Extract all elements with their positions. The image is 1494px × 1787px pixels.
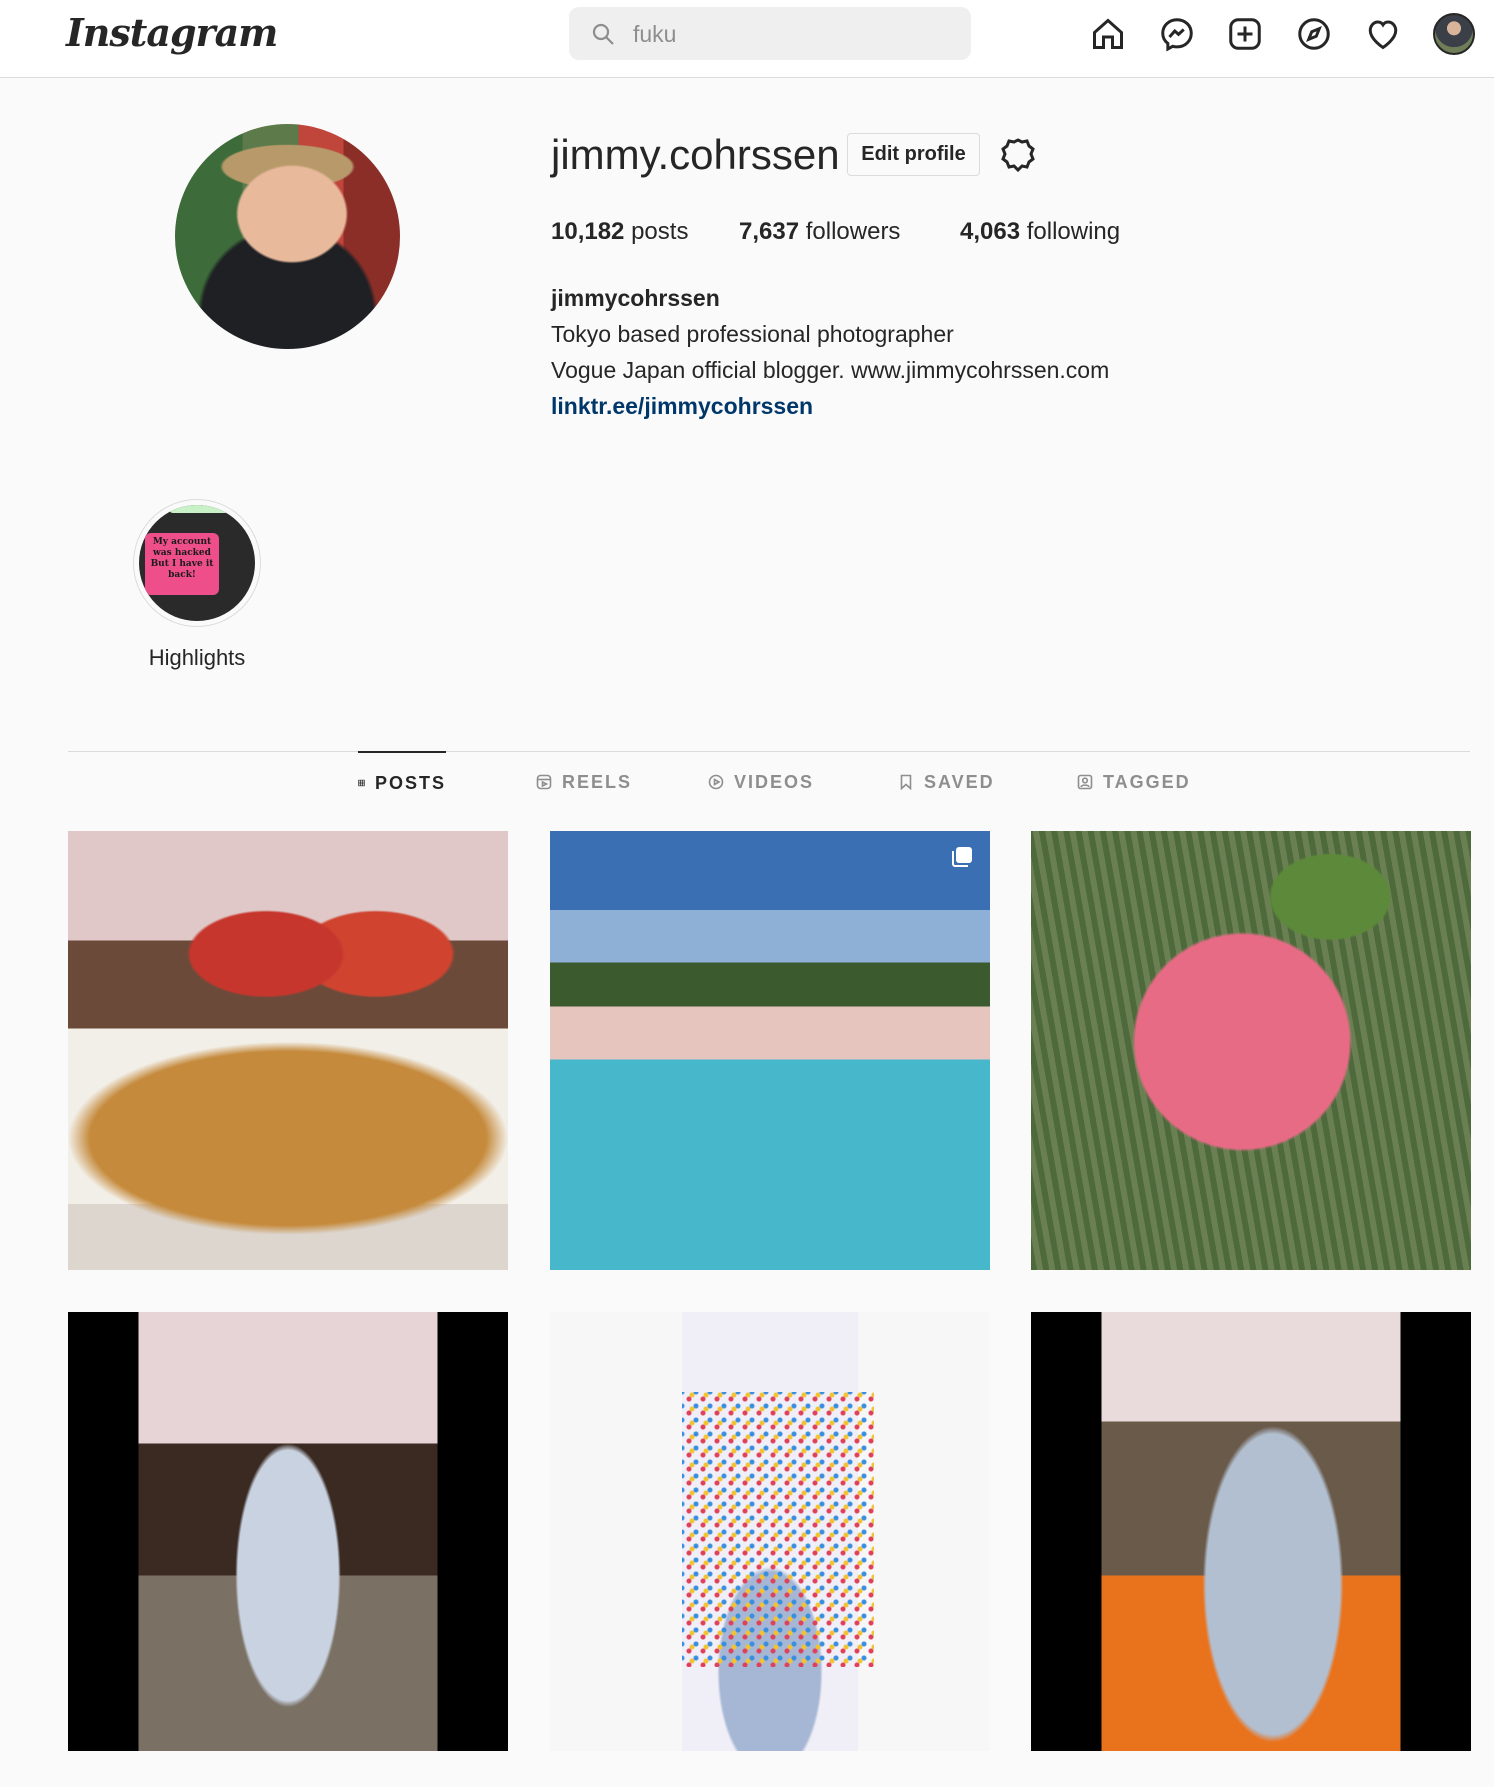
search-bar[interactable] <box>569 7 971 60</box>
tab-reels[interactable]: REELS <box>536 751 632 813</box>
bio-name: jimmycohrssen <box>551 285 720 311</box>
post-thumbnail[interactable] <box>68 1312 508 1751</box>
dot-painting <box>682 1392 874 1667</box>
bookmark-icon <box>900 774 912 790</box>
profile-username: jimmy.cohrssen <box>551 131 840 178</box>
posts-count-label: posts <box>631 218 689 245</box>
highlight-cover: My account was hacked But I have it back… <box>139 505 255 621</box>
multiple-photos-icon <box>952 847 972 867</box>
post-thumbnail[interactable] <box>550 831 990 1270</box>
tab-label: TAGGED <box>1103 771 1191 792</box>
story-highlight[interactable]: My account was hacked But I have it back… <box>133 499 261 627</box>
search-input[interactable] <box>633 17 953 51</box>
followers-count-label: followers <box>805 218 901 245</box>
home-icon[interactable] <box>1090 16 1126 52</box>
highlight-label: Highlights <box>148 645 246 670</box>
tab-saved[interactable]: SAVED <box>898 751 995 813</box>
followers-count[interactable]: 7,637 followers <box>739 218 900 246</box>
edit-profile-button[interactable]: Edit profile <box>847 133 980 176</box>
tab-label: POSTS <box>374 772 446 793</box>
posts-count-number: 10,182 <box>551 218 625 245</box>
post-thumbnail[interactable] <box>68 831 508 1270</box>
tab-label: REELS <box>562 771 633 792</box>
messenger-icon[interactable] <box>1159 16 1195 52</box>
tab-label: VIDEOS <box>734 771 815 792</box>
video-icon <box>708 774 724 790</box>
posts-count: 10,182 posts <box>551 218 688 246</box>
reels-icon <box>536 774 552 790</box>
following-count-number: 4,063 <box>960 218 1021 245</box>
highlight-cover-strip <box>169 505 229 513</box>
highlight-cover-note: My account was hacked But I have it back… <box>145 533 219 595</box>
grid-icon <box>358 779 365 787</box>
tag-person-icon <box>1077 774 1093 790</box>
top-navigation-bar: Instagram <box>0 0 1494 78</box>
tab-label: SAVED <box>924 771 995 792</box>
new-post-icon[interactable] <box>1227 16 1263 52</box>
following-count[interactable]: 4,063 following <box>960 218 1120 246</box>
tab-tagged[interactable]: TAGGED <box>1077 751 1191 813</box>
settings-gear-icon[interactable] <box>998 135 1038 175</box>
bio-line: Tokyo based professional photographer <box>551 321 954 347</box>
tab-posts[interactable]: POSTS <box>358 751 446 813</box>
post-thumbnail[interactable] <box>550 1312 990 1751</box>
profile-picture[interactable] <box>175 124 400 349</box>
activity-heart-icon[interactable] <box>1365 16 1401 52</box>
bio-line: Vogue Japan official blogger. www.jimmyc… <box>551 357 1110 383</box>
tab-videos[interactable]: VIDEOS <box>708 751 814 813</box>
search-icon <box>592 23 614 45</box>
profile-avatar[interactable] <box>1433 13 1475 55</box>
following-count-label: following <box>1026 218 1121 245</box>
bio-link[interactable]: linktr.ee/jimmycohrssen <box>551 393 813 420</box>
followers-count-number: 7,637 <box>739 218 800 245</box>
post-thumbnail[interactable] <box>1031 831 1471 1270</box>
instagram-logo[interactable]: Instagram <box>66 10 278 55</box>
explore-icon[interactable] <box>1296 16 1332 52</box>
post-thumbnail[interactable] <box>1031 1312 1471 1751</box>
